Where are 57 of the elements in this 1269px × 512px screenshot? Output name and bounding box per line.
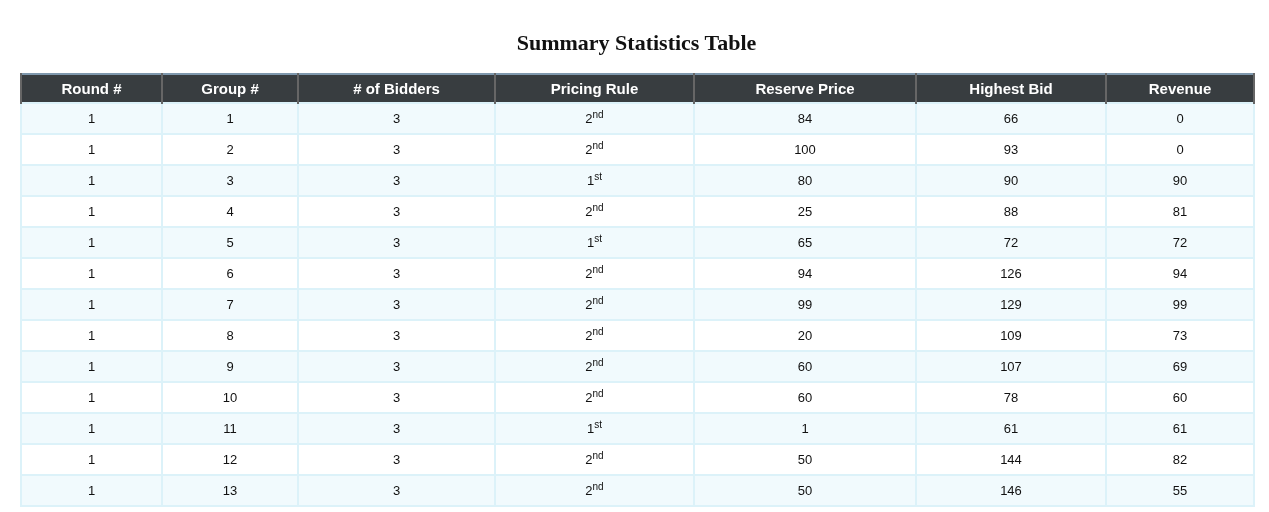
table-cell: 72 — [1106, 227, 1254, 259]
table-cell: 0 — [1106, 103, 1254, 135]
table-cell: 3 — [298, 413, 495, 445]
table-cell: 1$^{st}$ — [495, 227, 694, 259]
table-cell: 50 — [694, 475, 916, 507]
table-cell: 1 — [162, 103, 298, 135]
table-cell: 1 — [21, 103, 162, 135]
column-header: Reserve Price — [694, 74, 916, 104]
table-cell: 1$^{st}$ — [495, 165, 694, 197]
table-cell: 3 — [162, 165, 298, 197]
table-cell: 13 — [162, 475, 298, 507]
table-cell: 84 — [694, 103, 916, 135]
table-cell: 1 — [694, 413, 916, 445]
table-cell: 1$^{st}$ — [495, 413, 694, 445]
column-header: Highest Bid — [916, 74, 1106, 104]
table-cell: 129 — [916, 289, 1106, 321]
table-cell: 7 — [162, 289, 298, 321]
table-cell: 3 — [298, 289, 495, 321]
table-cell: 2$^{nd}$ — [495, 103, 694, 135]
table-cell: 3 — [298, 165, 495, 197]
table-cell: 1 — [21, 413, 162, 445]
table-cell: 1 — [21, 351, 162, 383]
table-cell: 146 — [916, 475, 1106, 507]
table-cell: 2$^{nd}$ — [495, 289, 694, 321]
table-cell: 72 — [916, 227, 1106, 259]
table-cell: 60 — [694, 351, 916, 383]
table-cell: 1 — [21, 289, 162, 321]
table-cell: 61 — [1106, 413, 1254, 445]
table-cell: 9 — [162, 351, 298, 383]
column-header: # of Bidders — [298, 74, 495, 104]
column-header: Group # — [162, 74, 298, 104]
table-cell: 80 — [694, 165, 916, 197]
table-cell: 69 — [1106, 351, 1254, 383]
column-header: Round # — [21, 74, 162, 104]
table-cell: 1 — [21, 165, 162, 197]
table-cell: 2$^{nd}$ — [495, 351, 694, 383]
table-cell: 107 — [916, 351, 1106, 383]
table-cell: 55 — [1106, 475, 1254, 507]
column-header: Revenue — [1106, 74, 1254, 104]
table-cell: 11 — [162, 413, 298, 445]
table-cell: 99 — [1106, 289, 1254, 321]
table-cell: 66 — [916, 103, 1106, 135]
table-cell: 90 — [916, 165, 1106, 197]
table-cell: 3 — [298, 103, 495, 135]
table-cell: 1 — [21, 227, 162, 259]
table-cell: 3 — [298, 227, 495, 259]
table-cell: 2$^{nd}$ — [495, 475, 694, 507]
table-cell: 99 — [694, 289, 916, 321]
table-title: Summary Statistics Table — [515, 30, 758, 57]
table-cell: 3 — [298, 475, 495, 507]
table-cell: 65 — [694, 227, 916, 259]
table-cell: 5 — [162, 227, 298, 259]
table-cell: 61 — [916, 413, 1106, 445]
column-header: Pricing Rule — [495, 74, 694, 104]
table-cell: 3 — [298, 351, 495, 383]
table-cell: 90 — [1106, 165, 1254, 197]
table-cell: 1 — [21, 475, 162, 507]
